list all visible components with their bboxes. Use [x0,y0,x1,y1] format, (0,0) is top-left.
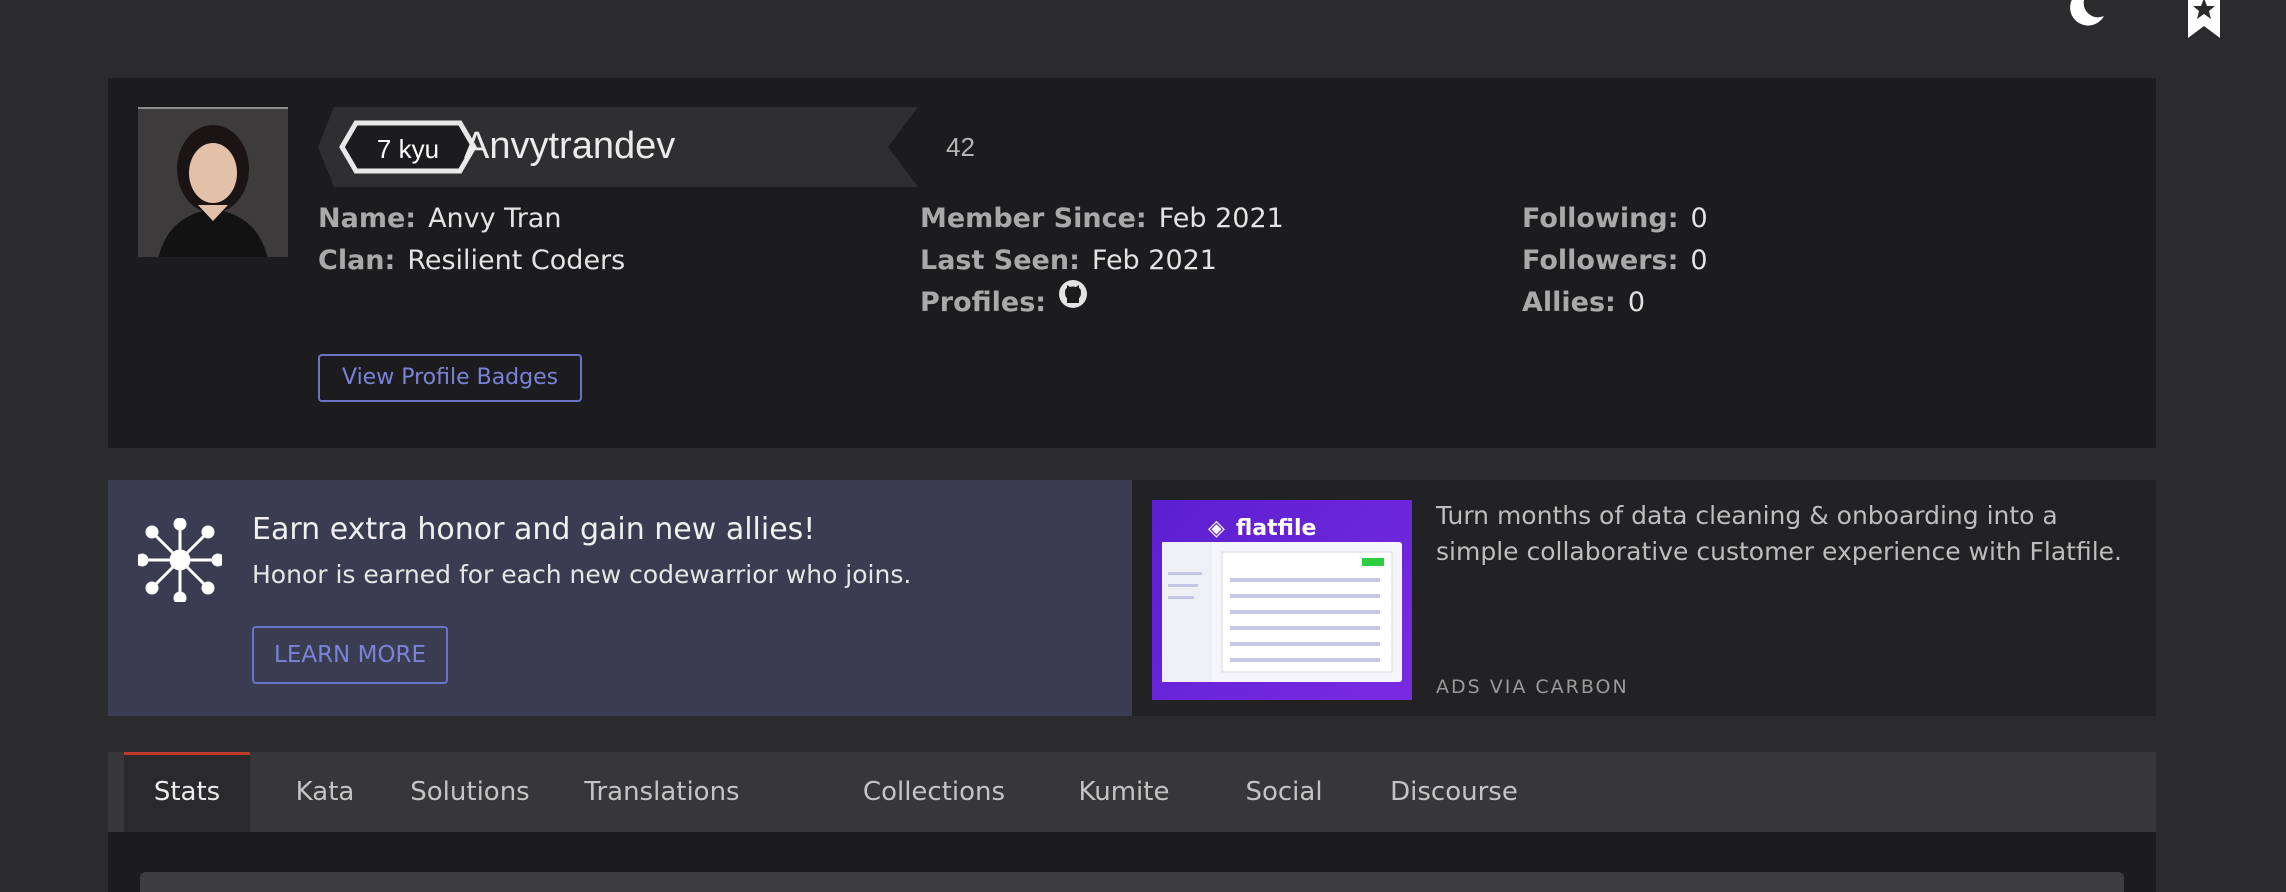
tab-stats[interactable]: Stats [124,752,250,832]
moon-icon[interactable] [2066,0,2106,34]
carbon-ad[interactable]: ◈ flatfile Turn months of data cleaning … [1132,480,2156,716]
ad-text[interactable]: Turn months of data cleaning & onboardin… [1436,498,2136,570]
stat-label: Last Seen: [920,245,1080,276]
promo-subtitle: Honor is earned for each new codewarrior… [252,560,912,589]
stat-label: Name: [318,203,417,234]
stat-last-seen: Last Seen: Feb 2021 [920,240,1284,282]
ad-screenshot [1162,542,1402,682]
stat-followers: Followers: 0 [1522,240,1708,282]
stat-value: Resilient Coders [407,245,626,276]
stats-column-activity: Member Since: Feb 2021 Last Seen: Feb 2021… [920,198,1284,324]
tab-social[interactable]: Social [1236,752,1332,832]
tab-kata[interactable]: Kata [282,752,368,832]
tab-solutions[interactable]: Solutions [400,752,540,832]
rank-badge: 7 kyu [376,134,440,164]
stat-value: Feb 2021 [1091,245,1217,276]
ad-image[interactable]: ◈ flatfile [1152,500,1412,700]
stats-column-identity: Name: Anvy Tran Clan: Resilient Coders [318,198,625,282]
stat-label: Member Since: [920,203,1147,234]
stat-value: Anvy Tran [428,203,562,234]
stat-value: 0 [1690,203,1708,234]
top-right-toolbar [2026,0,2286,60]
stat-name: Name: Anvy Tran [318,198,625,240]
stat-clan: Clan: Resilient Coders [318,240,625,282]
stat-label: Allies: [1522,287,1616,318]
view-profile-badges-button[interactable]: View Profile Badges [318,354,583,402]
referral-promo: Earn extra honor and gain new allies! Ho… [108,480,1132,716]
content-header-bar [140,872,2124,892]
bookmark-star-icon[interactable] [2184,0,2224,44]
tab-translations[interactable]: Translations [578,752,746,832]
promo-title: Earn extra honor and gain new allies! [252,512,816,547]
github-icon[interactable] [1058,279,1088,322]
learn-more-button[interactable]: LEARN MORE [252,626,449,684]
stat-label: Followers: [1522,245,1679,276]
stat-value: 0 [1690,245,1708,276]
flatfile-logo-icon: ◈ [1208,516,1225,541]
stats-column-social: Following: 0 Followers: 0 Allies: 0 [1522,198,1708,324]
username: Anvytrandev [464,125,676,167]
stat-label: Clan: [318,245,396,276]
tab-content [108,832,2156,892]
tab-kumite[interactable]: Kumite [1068,752,1180,832]
profile-tabs: Stats Kata Solutions Translations Collec… [108,752,2156,832]
network-icon [135,517,225,606]
honor-score: 42 [946,132,975,162]
stat-following: Following: 0 [1522,198,1708,240]
stat-member-since: Member Since: Feb 2021 [920,198,1284,240]
stat-value: Feb 2021 [1158,203,1284,234]
profile-card: 7 kyu Anvytrandev 42 Name: Anvy Tran Clan… [108,78,2156,448]
stat-allies: Allies: 0 [1522,282,1708,324]
rank-title-bar: 7 kyu Anvytrandev [318,107,918,187]
ads-via-carbon-link[interactable]: ADS VIA CARBON [1436,676,1629,698]
stat-value: 0 [1627,287,1646,318]
tab-discourse[interactable]: Discourse [1382,752,1526,832]
stat-label: Profiles: [920,287,1047,318]
tab-collections[interactable]: Collections [856,752,1012,832]
ad-brand: flatfile [1236,516,1317,541]
avatar[interactable] [138,107,288,257]
stat-label: Following: [1522,203,1679,234]
stat-profiles: Profiles: [920,279,1284,324]
